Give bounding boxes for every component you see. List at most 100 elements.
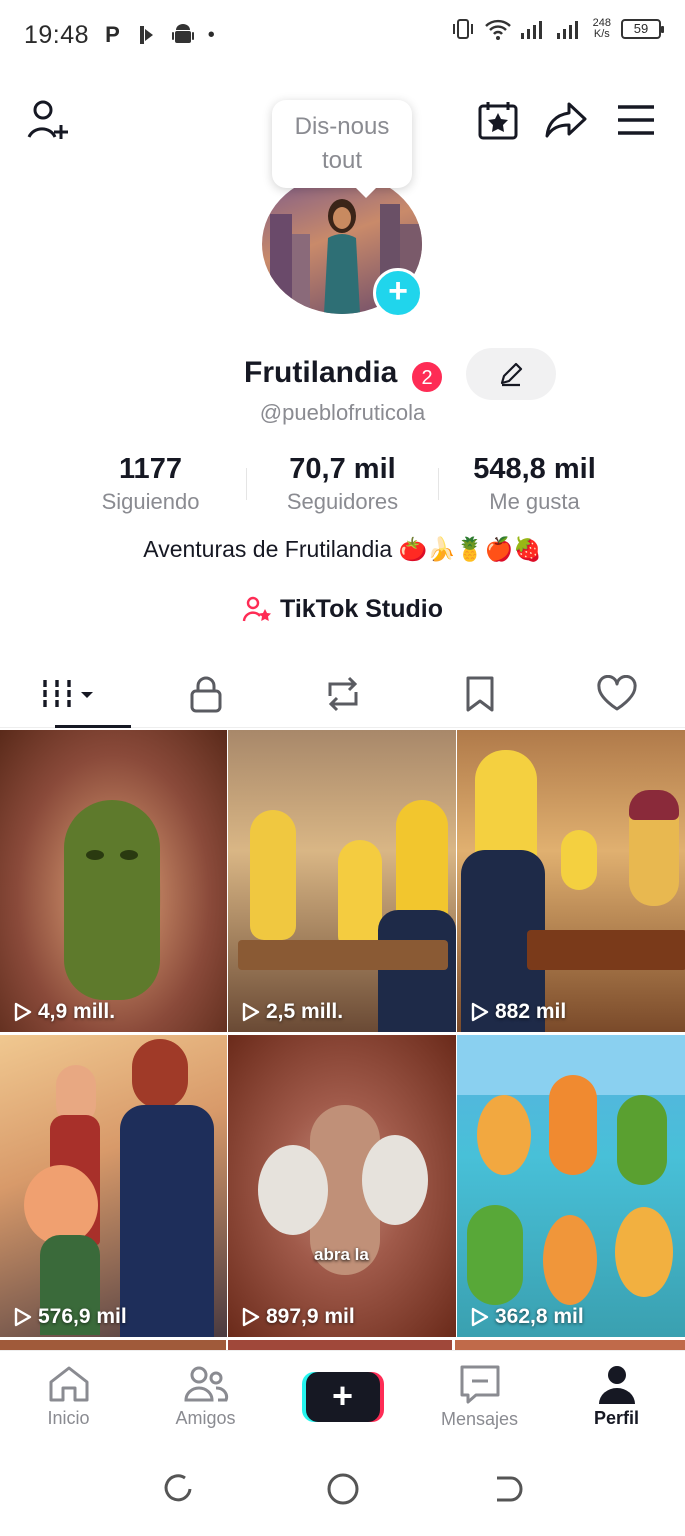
play-icon bbox=[242, 1307, 260, 1327]
video-thumbnail[interactable]: 882 mil bbox=[457, 730, 685, 1032]
video-overlay-text: abra la bbox=[314, 1245, 369, 1264]
video-thumbnail[interactable]: 362,8 mil bbox=[457, 1035, 685, 1337]
nav-home-label: Inicio bbox=[47, 1408, 90, 1428]
home-circle-icon[interactable] bbox=[325, 1471, 361, 1507]
nav-friends-label: Amigos bbox=[175, 1408, 236, 1428]
video-thumbnail[interactable]: 576,9 mil bbox=[0, 1035, 227, 1337]
nav-messages-label: Mensajes bbox=[440, 1409, 519, 1429]
view-count-value: 897,9 mil bbox=[266, 1305, 355, 1328]
view-count: 4,9 mill. bbox=[12, 1000, 115, 1024]
tab-saved[interactable] bbox=[411, 660, 548, 727]
profile-icon bbox=[598, 1366, 635, 1404]
add-friend-button[interactable] bbox=[24, 96, 72, 144]
following-count: 1177 bbox=[119, 453, 182, 485]
play-icon bbox=[471, 1307, 489, 1327]
play-icon bbox=[14, 1002, 32, 1022]
stat-followers[interactable]: 70,7 mil Seguidores bbox=[247, 450, 438, 520]
bottom-navigation: Inicio Amigos + Mensajes Perfil bbox=[0, 1350, 685, 1442]
lock-icon bbox=[190, 676, 221, 712]
tooltip-line-1: Dis-nous bbox=[294, 113, 390, 140]
wifi-icon bbox=[484, 19, 511, 40]
stat-following[interactable]: 1177 Siguiendo bbox=[55, 450, 246, 520]
profile-bio: Aventuras de Frutilandia 🍅🍌🍍🍎🍓 bbox=[143, 536, 542, 562]
view-count-value: 362,8 mil bbox=[495, 1305, 584, 1328]
view-count: 362,8 mil bbox=[469, 1305, 584, 1329]
signal-icon-2 bbox=[556, 21, 578, 39]
bookmark-icon bbox=[466, 676, 493, 711]
video-grid: 4,9 mill. 2,5 mill. 882 mil 576,9 mil ab… bbox=[0, 730, 685, 1337]
system-icons: 248 K/s 59 bbox=[451, 18, 664, 40]
calendar-star-icon bbox=[478, 102, 518, 140]
name-row: Frutilandia 2 bbox=[0, 348, 685, 400]
likes-count: 548,8 mil bbox=[473, 453, 596, 485]
speed-unit: K/s bbox=[593, 28, 610, 40]
studio-person-star-icon bbox=[242, 596, 272, 622]
profile-tabs bbox=[0, 660, 685, 728]
video-thumbnail[interactable]: 2,5 mill. bbox=[228, 730, 456, 1032]
status-time: 19:48 bbox=[24, 20, 90, 49]
menu-button[interactable] bbox=[612, 96, 660, 144]
back-icon[interactable] bbox=[491, 1472, 525, 1506]
edit-profile-button[interactable] bbox=[466, 348, 556, 400]
nav-messages[interactable]: Mensajes bbox=[411, 1351, 548, 1442]
recent-apps-icon[interactable] bbox=[161, 1472, 195, 1506]
nav-profile[interactable]: Perfil bbox=[548, 1351, 685, 1442]
video-thumbnail[interactable]: 4,9 mill. bbox=[0, 730, 227, 1032]
tag-app-icon bbox=[139, 26, 153, 44]
following-label: Siguiendo bbox=[101, 489, 200, 514]
battery-indicator: 59 bbox=[621, 19, 664, 39]
heart-icon bbox=[596, 674, 637, 710]
view-count: 897,9 mil bbox=[240, 1305, 355, 1329]
tab-reposts[interactable] bbox=[274, 660, 411, 727]
bio-tooltip[interactable]: Dis-nous tout bbox=[272, 100, 412, 198]
view-count-value: 2,5 mill. bbox=[266, 1000, 344, 1023]
studio-label: TikTok Studio bbox=[280, 594, 443, 623]
p-app-icon: P bbox=[105, 22, 120, 47]
tab-private[interactable] bbox=[137, 660, 274, 727]
profile-name: Frutilandia bbox=[244, 356, 398, 389]
nav-friends[interactable]: Amigos bbox=[137, 1351, 274, 1442]
tooltip-line-2: tout bbox=[321, 147, 362, 174]
play-icon bbox=[242, 1002, 260, 1022]
notification-dot: • bbox=[207, 23, 215, 46]
view-count: 576,9 mil bbox=[12, 1305, 127, 1329]
notification-icons: P • bbox=[105, 22, 215, 48]
repost-icon bbox=[328, 676, 357, 711]
tiktok-studio-link[interactable]: TikTok Studio bbox=[0, 594, 685, 624]
view-count-value: 882 mil bbox=[495, 1000, 567, 1023]
view-count: 2,5 mill. bbox=[240, 1000, 343, 1024]
pencil-icon bbox=[500, 362, 523, 387]
videos-grid-icon bbox=[42, 679, 93, 708]
view-count-value: 576,9 mil bbox=[38, 1305, 127, 1328]
status-bar: 19:48 P • 248 K/s 59 bbox=[0, 0, 685, 70]
hamburger-menu-icon bbox=[618, 105, 654, 135]
profile-handle: @pueblofruticola bbox=[259, 400, 426, 425]
followers-count: 70,7 mil bbox=[289, 453, 396, 485]
play-icon bbox=[471, 1002, 489, 1022]
avatar-person-illustration bbox=[324, 199, 360, 314]
plus-icon: + bbox=[305, 1371, 380, 1422]
add-user-icon bbox=[27, 100, 68, 139]
create-button[interactable]: + bbox=[301, 1371, 384, 1422]
play-icon bbox=[14, 1307, 32, 1327]
vibrate-icon bbox=[452, 19, 473, 39]
share-icon bbox=[545, 102, 587, 138]
share-button[interactable] bbox=[542, 96, 590, 144]
home-icon bbox=[49, 1366, 88, 1402]
view-count-value: 4,9 mill. bbox=[38, 1000, 116, 1023]
signal-icon bbox=[520, 21, 542, 39]
name-notification-badge: 2 bbox=[410, 360, 444, 394]
tab-liked[interactable] bbox=[548, 660, 685, 727]
android-icon bbox=[171, 24, 194, 43]
nav-create[interactable]: + bbox=[274, 1351, 411, 1442]
calendar-star-button[interactable] bbox=[474, 96, 522, 144]
tab-videos[interactable] bbox=[0, 660, 137, 728]
followers-label: Seguidores bbox=[286, 489, 399, 514]
stat-likes[interactable]: 548,8 mil Me gusta bbox=[439, 450, 630, 520]
nav-home[interactable]: Inicio bbox=[0, 1351, 137, 1442]
add-avatar-button[interactable]: + bbox=[373, 268, 423, 318]
video-thumbnail[interactable]: abra la 897,9 mil bbox=[228, 1035, 456, 1337]
network-speed: 248 K/s bbox=[593, 18, 611, 40]
nav-profile-label: Perfil bbox=[593, 1408, 640, 1428]
messages-icon bbox=[460, 1365, 499, 1404]
